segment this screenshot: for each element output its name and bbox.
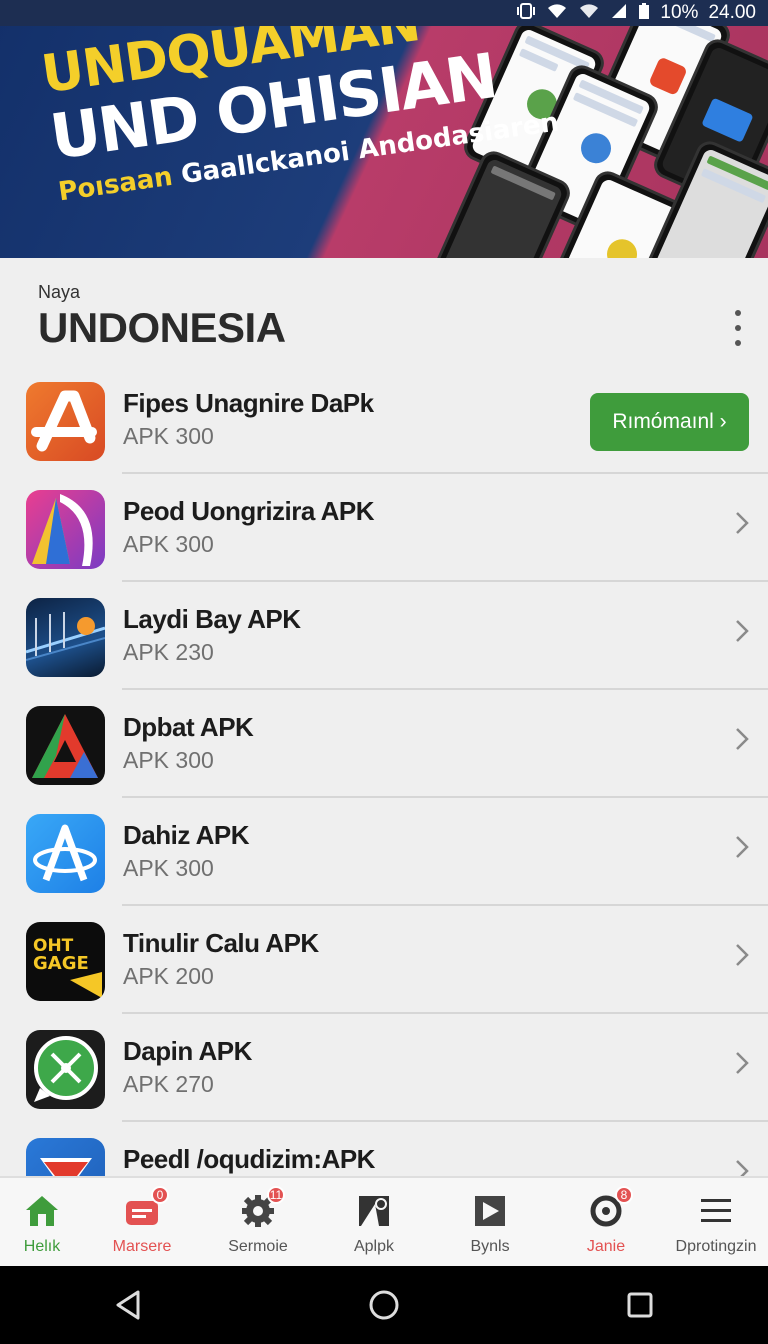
promo-banner[interactable]: UNDQUAMAN UND OHISIAN Poısaan Gaallckano…	[0, 0, 768, 258]
chevron-right-icon[interactable]	[734, 834, 750, 868]
nav-label: Aplpk	[353, 1238, 395, 1255]
app-size: APK 300	[123, 747, 214, 773]
app-size: APK 270	[123, 1071, 214, 1097]
menu-icon	[697, 1192, 735, 1230]
app-name: Dpbat APK	[123, 712, 254, 742]
a-logo-orange-icon	[26, 382, 105, 461]
nav-label: Bynls	[470, 1238, 510, 1255]
app-name: Dapin APK	[123, 1036, 252, 1066]
app-name: Fipes Unagnire DaPk	[123, 388, 374, 418]
section-subtitle: Naya	[38, 282, 81, 302]
nav-label: Marsere	[112, 1238, 172, 1255]
app-name: Laydi Bay APK	[123, 604, 301, 634]
app-name: Peedl /oqudizim:APK	[123, 1144, 375, 1174]
flag-blue-red-icon	[26, 1138, 105, 1176]
app-list-item[interactable]: Peod Uongrizira APK APK 300	[0, 474, 768, 582]
notification-badge: 11	[267, 1186, 285, 1204]
app-list: Fipes Unagnire DaPk APK 300 Rımómaınl › …	[0, 366, 768, 1176]
nav-item-play[interactable]: Bynls	[432, 1178, 548, 1268]
app-list-item[interactable]: Dpbat APK APK 300	[0, 690, 768, 798]
chevron-right-icon[interactable]	[734, 1158, 750, 1176]
app-list-item[interactable]: Fipes Unagnire DaPk APK 300 Rımómaınl ›	[0, 366, 768, 474]
nav-label: Helık	[23, 1238, 61, 1255]
chevron-right-icon[interactable]	[734, 510, 750, 544]
battery-percent: 10%	[660, 2, 699, 23]
chevron-right-icon[interactable]	[734, 942, 750, 976]
nav-item-home[interactable]: Helık	[0, 1178, 84, 1268]
main-content[interactable]: Naya UNDONESIA Fipes Unagnire DaPk APK 3…	[0, 258, 768, 1176]
app-size: APK 230	[123, 639, 214, 665]
nav-item-inbox[interactable]: 0 Marsere	[84, 1178, 200, 1268]
nav-item-settings[interactable]: 11 Sermoie	[200, 1178, 316, 1268]
nav-label: Sermoie	[228, 1238, 288, 1255]
play-icon	[471, 1192, 509, 1230]
notification-badge: 8	[615, 1186, 633, 1204]
gear-icon: 11	[239, 1186, 285, 1230]
refresh-icon: 8	[587, 1186, 633, 1230]
signal-icon	[578, 2, 600, 24]
triangle-purple-icon	[26, 490, 105, 569]
home-icon	[23, 1192, 61, 1230]
system-navigation-bar	[0, 1266, 768, 1344]
app-size: APK 300	[123, 855, 214, 881]
recents-icon[interactable]	[610, 1275, 670, 1335]
chevron-right-icon[interactable]	[734, 1050, 750, 1084]
status-bar: 10% 24.00	[0, 0, 768, 26]
bottom-navigation: Helık 0 Marsere 11 Sermoie Aplpk Bynls 8…	[0, 1176, 768, 1266]
wifi-icon	[546, 2, 568, 24]
chevron-right-icon[interactable]	[734, 618, 750, 652]
app-list-item[interactable]: Dahiz APK APK 300	[0, 798, 768, 906]
app-list-item[interactable]: Dapin APK APK 270	[0, 1014, 768, 1122]
atom-a-blue-icon	[26, 814, 105, 893]
nav-label: Dprotingzin	[675, 1238, 757, 1255]
cell-signal-icon	[610, 2, 628, 24]
app-list-item[interactable]: OHT GAGE Tinulir Calu APK APK 200	[0, 906, 768, 1014]
app-size: APK 300	[123, 423, 214, 449]
app-name: Tinulir Calu APK	[123, 928, 319, 958]
more-vert-icon[interactable]	[732, 310, 744, 346]
app-name: Dahiz APK	[123, 820, 250, 850]
nav-label: Janie	[586, 1238, 626, 1255]
chevron-right-icon[interactable]	[734, 726, 750, 760]
app-list-item[interactable]: Peedl /oqudizim:APK	[0, 1122, 768, 1176]
home-circle-icon[interactable]	[354, 1275, 414, 1335]
clock: 24.00	[708, 2, 756, 23]
delta-red-green-icon	[26, 706, 105, 785]
nav-item-menu[interactable]: Dprotingzin	[664, 1178, 768, 1268]
back-icon[interactable]	[98, 1275, 158, 1335]
apk-icon	[355, 1192, 393, 1230]
app-size: APK 300	[123, 531, 214, 557]
app-size: APK 200	[123, 963, 214, 989]
oht-gage-icon: OHT GAGE	[26, 922, 105, 1001]
notification-badge: 0	[151, 1186, 169, 1204]
vibrate-icon	[516, 2, 536, 24]
nav-item-refresh[interactable]: 8 Janie	[548, 1178, 664, 1268]
app-list-item[interactable]: Laydi Bay APK APK 230	[0, 582, 768, 690]
app-name: Peod Uongrizira APK	[123, 496, 375, 526]
page-title: UNDONESIA	[38, 304, 286, 351]
battery-icon	[638, 2, 650, 24]
whatsapp-compass-icon	[26, 1030, 105, 1109]
inbox-icon: 0	[123, 1186, 169, 1230]
install-button[interactable]: Rımómaınl ›	[590, 393, 749, 451]
bridge-photo-icon	[26, 598, 105, 677]
nav-item-apk[interactable]: Aplpk	[316, 1178, 432, 1268]
